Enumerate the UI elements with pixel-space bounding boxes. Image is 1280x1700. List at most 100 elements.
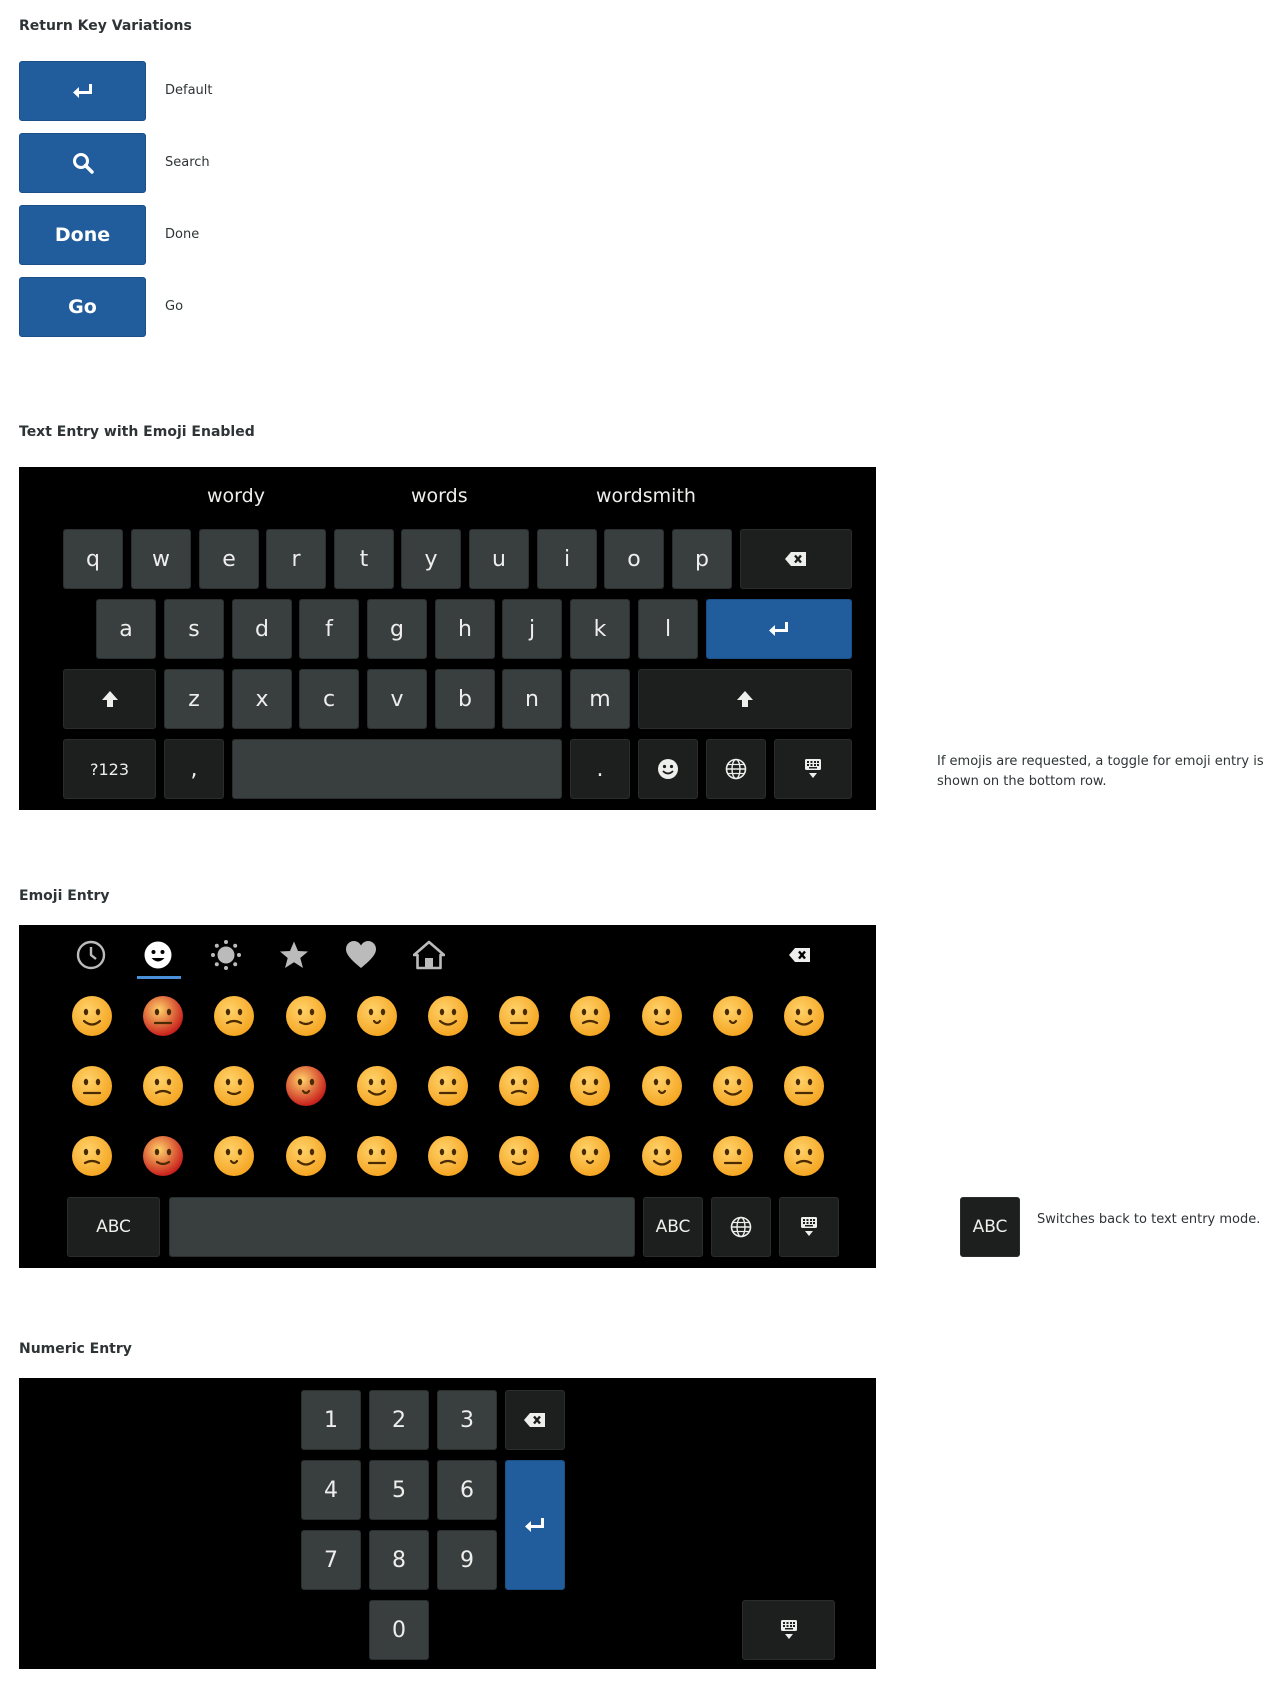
emoji-item[interactable] [211, 1133, 257, 1179]
key-digit[interactable]: 9 [437, 1530, 497, 1590]
key-letter[interactable]: m [570, 669, 630, 729]
emoji-item[interactable] [140, 1133, 186, 1179]
emoji-item[interactable] [425, 1063, 471, 1109]
key-letter[interactable]: w [131, 529, 191, 589]
key-digit[interactable]: 3 [437, 1390, 497, 1450]
emoji-item[interactable] [354, 1133, 400, 1179]
key-letter[interactable]: b [435, 669, 495, 729]
emoji-item[interactable] [211, 1063, 257, 1109]
key-digit[interactable]: 8 [369, 1530, 429, 1590]
key-letter[interactable]: j [502, 599, 562, 659]
emoji-item[interactable] [567, 993, 613, 1039]
space-key[interactable] [169, 1197, 635, 1257]
emoji-item[interactable] [69, 993, 115, 1039]
key-digit[interactable]: 4 [301, 1460, 361, 1520]
key-letter[interactable]: t [334, 529, 394, 589]
emoji-item[interactable] [283, 1133, 329, 1179]
emoji-item[interactable] [567, 1133, 613, 1179]
key-letter[interactable]: l [638, 599, 698, 659]
emoji-item[interactable] [710, 1133, 756, 1179]
emoji-item[interactable] [425, 993, 471, 1039]
emoji-item[interactable] [781, 1063, 827, 1109]
key-letter[interactable]: f [299, 599, 359, 659]
emoji-item[interactable] [140, 993, 186, 1039]
key-letter[interactable]: h [435, 599, 495, 659]
shift-key-right[interactable] [638, 669, 852, 729]
key-letter[interactable]: i [537, 529, 597, 589]
hide-keyboard-key[interactable] [779, 1197, 839, 1257]
emoji-item[interactable] [639, 1133, 685, 1179]
backspace-key[interactable] [505, 1390, 565, 1450]
emoji-item[interactable] [639, 1063, 685, 1109]
emoji-item[interactable] [425, 1133, 471, 1179]
emoji-item[interactable] [69, 1133, 115, 1179]
key-letter[interactable]: v [367, 669, 427, 729]
language-key[interactable] [706, 739, 766, 799]
suggestion-item[interactable]: wordsmith [596, 485, 696, 507]
emoji-item[interactable] [781, 993, 827, 1039]
emoji-item[interactable] [496, 1063, 542, 1109]
symbols-key[interactable]: ?123 [63, 739, 156, 799]
backspace-key[interactable] [740, 529, 852, 589]
emoji-item[interactable] [283, 993, 329, 1039]
emoji-item[interactable] [283, 1063, 329, 1109]
emoji-item[interactable] [781, 1133, 827, 1179]
hide-keyboard-key[interactable] [742, 1600, 835, 1660]
space-key[interactable] [232, 739, 562, 799]
enter-key[interactable] [505, 1460, 565, 1590]
suggestion-item[interactable]: wordy [207, 485, 265, 507]
emoji-item[interactable] [710, 1063, 756, 1109]
emoji-toggle-key[interactable] [638, 739, 698, 799]
hide-keyboard-key[interactable] [774, 739, 852, 799]
key-digit[interactable]: 6 [437, 1460, 497, 1520]
key-digit[interactable]: 1 [301, 1390, 361, 1450]
emoji-item[interactable] [69, 1063, 115, 1109]
key-letter[interactable]: n [502, 669, 562, 729]
tab-smileys[interactable] [136, 937, 180, 973]
return-key-search[interactable] [19, 133, 146, 193]
emoji-item[interactable] [354, 1063, 400, 1109]
emoji-item[interactable] [496, 1133, 542, 1179]
key-letter[interactable]: y [401, 529, 461, 589]
enter-key[interactable] [706, 599, 852, 659]
key-letter[interactable]: c [299, 669, 359, 729]
suggestion-item[interactable]: words [411, 485, 468, 507]
key-letter[interactable]: e [199, 529, 259, 589]
emoji-item[interactable] [567, 1063, 613, 1109]
key-letter[interactable]: g [367, 599, 427, 659]
emoji-item[interactable] [211, 993, 257, 1039]
key-letter[interactable]: x [232, 669, 292, 729]
tab-nature[interactable] [204, 937, 248, 973]
key-letter[interactable]: d [232, 599, 292, 659]
period-key[interactable]: . [570, 739, 630, 799]
comma-key[interactable]: , [164, 739, 224, 799]
key-letter[interactable]: k [570, 599, 630, 659]
return-key-default[interactable] [19, 61, 146, 121]
emoji-item[interactable] [354, 993, 400, 1039]
emoji-item[interactable] [710, 993, 756, 1039]
abc-key[interactable]: ABC [67, 1197, 160, 1257]
tab-recent[interactable] [69, 937, 113, 973]
key-letter[interactable]: r [266, 529, 326, 589]
emoji-item[interactable] [496, 993, 542, 1039]
shift-key-left[interactable] [63, 669, 156, 729]
key-letter[interactable]: q [63, 529, 123, 589]
key-letter[interactable]: p [672, 529, 732, 589]
key-letter[interactable]: o [604, 529, 664, 589]
key-letter[interactable]: u [469, 529, 529, 589]
emoji-item[interactable] [140, 1063, 186, 1109]
key-digit[interactable]: 2 [369, 1390, 429, 1450]
key-letter[interactable]: z [164, 669, 224, 729]
key-letter[interactable]: a [96, 599, 156, 659]
key-digit[interactable]: 7 [301, 1530, 361, 1590]
tab-love[interactable] [339, 937, 383, 973]
tab-places[interactable] [407, 937, 451, 973]
key-letter[interactable]: s [164, 599, 224, 659]
language-key[interactable] [711, 1197, 771, 1257]
return-key-go[interactable]: Go [19, 277, 146, 337]
return-key-done[interactable]: Done [19, 205, 146, 265]
emoji-backspace[interactable] [778, 937, 822, 973]
key-digit[interactable]: 0 [369, 1600, 429, 1660]
emoji-item[interactable] [639, 993, 685, 1039]
tab-symbols[interactable] [272, 937, 316, 973]
